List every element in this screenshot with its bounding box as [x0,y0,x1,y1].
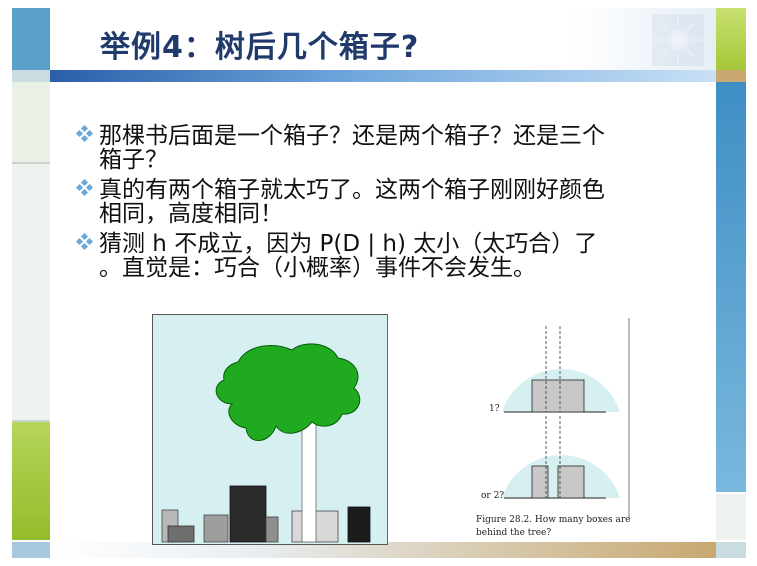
right-frame-block-light [716,494,746,540]
diamond-bullet-icon [75,233,94,251]
tree-trunk [301,413,317,543]
scene-box [347,506,371,543]
scene-box [265,516,279,543]
diamond-bullet-icon [75,179,94,197]
frame-underline-right [716,70,746,82]
bullet-item: 真的有两个箱子就太巧了。这两个箱子刚刚好颜色 相同，高度相同！ [75,178,705,226]
bullet-line: 真的有两个箱子就太巧了。这两个箱子刚刚好颜色 [99,177,605,203]
left-frame-block-bottom [12,542,50,558]
figure-caption-line: behind the tree? [476,528,552,538]
diamond-bullet-icon [75,125,94,143]
scene-box [203,514,229,543]
frame-top-left-block [12,8,50,70]
tree-scene-image [152,314,388,545]
bullet-item: 那棵书后面是一个箱子？还是两个箱子？还是三个 箱子？ [75,124,705,172]
figure-right-box [557,465,585,499]
bullet-line: 箱子？ [99,147,168,173]
figure-left-box [531,465,549,499]
bullet-list: 那棵书后面是一个箱子？还是两个箱子？还是三个 箱子？ 真的有两个箱子就太巧了。这… [75,124,705,286]
figure-diagram [502,318,630,518]
slide-title: 举例4：树后几个箱子? [100,30,420,65]
bullet-line: 猜测 h 不成立，因为 P(D | h) 太小（太巧合）了 [99,231,598,257]
figure-single-box [531,379,585,413]
figure-label-two: or 2? [481,491,505,501]
bullet-line: 。直觉是：巧合（小概率）事件不会发生。 [99,255,536,281]
frame-top-right-block [716,8,746,70]
bullet-line: 那棵书后面是一个箱子？还是两个箱子？还是三个 [99,123,605,149]
sunburst-icon [652,14,704,66]
figure-label-one: 1? [489,404,500,414]
scene-box [229,485,267,543]
bullet-item: 猜测 h 不成立，因为 P(D | h) 太小（太巧合）了 。直觉是：巧合（小概… [75,232,705,280]
figure-caption-line: Figure 28.2. How many boxes are [476,515,631,525]
right-frame-block-bottom [716,542,746,558]
left-frame-block-2 [12,164,50,422]
left-frame-block-1 [12,82,50,164]
scene-box [167,525,195,543]
title-underline-bar [50,70,716,82]
figure-caption: Figure 28.2. How many boxes are behind t… [476,514,630,540]
frame-underline-left [12,70,50,82]
bullet-line: 相同，高度相同！ [99,201,283,227]
right-frame-block-blue [716,82,746,492]
left-frame-block-green [12,422,50,540]
